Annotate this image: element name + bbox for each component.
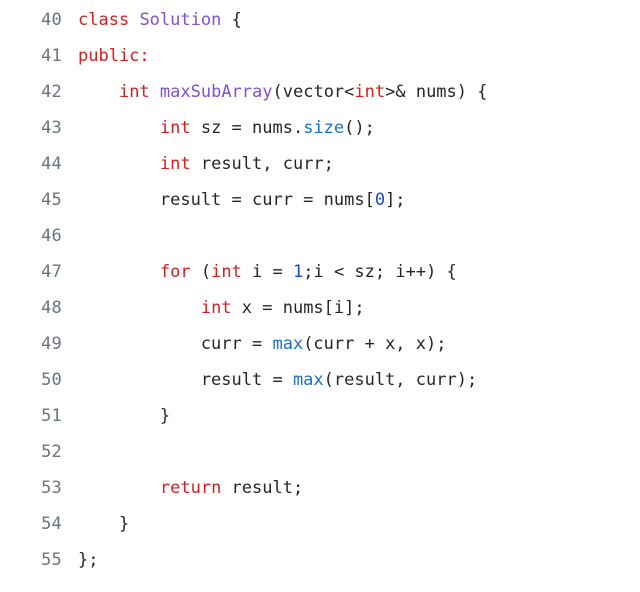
line-number: 42 [41,82,62,102]
code-token-type: maxSubArray [159,82,273,102]
code-line[interactable]: 52 [0,434,640,470]
code-token-function: max [292,370,324,390]
code-token-function: max [272,334,304,354]
code-token-keyword: for [159,262,191,282]
code-token-plain: result = [78,370,293,390]
screenshot-root: 40 class Solution {41 public: 42 int maxSub… [0,0,640,592]
line-content[interactable]: }; [62,542,640,578]
line-number: 46 [41,226,62,246]
line-content[interactable]: int sz = nums.size(); [62,110,640,146]
code-line[interactable]: 55}; [0,542,640,578]
code-line[interactable]: 45 result = curr = nums[0]; [0,182,640,218]
code-token-plain: result, curr; [190,154,334,174]
code-token-plain: { [221,10,242,30]
code-line[interactable]: 48 int x = nums[i]; [0,290,640,326]
code-token-type: Solution [139,10,222,30]
code-token-keyword: class [78,10,130,30]
line-number: 45 [41,190,62,210]
code-token-plain: x = nums[i]; [231,298,365,318]
line-number: 52 [41,442,62,462]
code-line[interactable]: 42 int maxSubArray(vector<int>& nums) { [0,74,640,110]
code-line[interactable]: 47 for (int i = 1;i < sz; i++) { [0,254,640,290]
line-content[interactable]: result = max(result, curr); [62,362,640,398]
code-line[interactable]: 51 } [0,398,640,434]
code-line[interactable]: 43 int sz = nums.size(); [0,110,640,146]
code-line[interactable]: 50 result = max(result, curr); [0,362,640,398]
line-number: 43 [41,118,62,138]
code-token-plain: result = curr = nums[ [78,190,375,210]
line-number: 49 [41,334,62,354]
line-content[interactable]: return result; [62,470,640,506]
line-content[interactable]: curr = max(curr + x, x); [62,326,640,362]
line-number: 51 [41,406,62,426]
line-number: 50 [41,370,62,390]
code-token-plain: i = [241,262,293,282]
code-token-plain: (result, curr); [323,370,478,390]
line-number: 54 [41,514,62,534]
line-content[interactable]: result = curr = nums[0]; [62,182,640,218]
line-number: 47 [41,262,62,282]
line-content[interactable]: int x = nums[i]; [62,290,640,326]
code-line[interactable]: 49 curr = max(curr + x, x); [0,326,640,362]
line-number: 48 [41,298,62,318]
line-number: 41 [41,46,62,66]
code-line[interactable]: 54 } [0,506,640,542]
code-token-keyword: int [200,298,232,318]
line-content[interactable]: for (int i = 1;i < sz; i++) { [62,254,640,290]
code-token-plain: ]; [385,190,406,210]
code-token-plain: curr = [78,334,273,354]
code-token-keyword: int [211,262,242,282]
code-viewer[interactable]: 40 class Solution {41 public: 42 int maxSub… [0,0,640,592]
code-line[interactable]: 44 int result, curr; [0,146,640,182]
code-token-keyword: int [159,154,191,174]
code-token-plain: (vector< [272,82,355,102]
code-token-keyword: return [159,478,222,498]
code-token-plain: sz = nums. [190,118,304,138]
code-token-keyword: int [354,82,386,102]
line-number: 40 [41,10,62,30]
code-token-plain: (curr + x, x); [303,334,447,354]
line-number: 53 [41,478,62,498]
code-token-keyword: int [159,118,191,138]
code-token-function: size [303,118,345,138]
line-number: 55 [41,550,62,570]
line-content[interactable]: int result, curr; [62,146,640,182]
code-token-plain: }; [78,550,99,570]
line-content[interactable]: } [62,506,640,542]
code-token-number: 1 [293,262,304,282]
code-line[interactable]: 46 [0,218,640,254]
code-token-plain: result; [221,478,304,498]
code-token-plain: (); [344,118,375,138]
code-token-plain: } [78,514,130,534]
code-line[interactable]: 41 public: [0,38,640,74]
code-token-plain: ;i < sz; i++) { [303,262,457,282]
line-content[interactable]: int maxSubArray(vector<int>& nums) { [62,74,640,110]
line-content[interactable]: public: [62,38,640,74]
line-number: 44 [41,154,62,174]
code-token-keyword: public: [78,46,150,66]
code-token-plain: >& nums) { [385,82,488,102]
line-content[interactable]: } [62,398,640,434]
code-token-plain: ( [190,262,212,282]
code-token-keyword: int [118,82,150,102]
code-token-plain: } [78,406,171,426]
code-line[interactable]: 53 return result; [0,470,640,506]
code-line[interactable]: 40 class Solution { [0,2,640,38]
code-token-number: 0 [374,190,386,210]
line-content[interactable]: class Solution { [62,2,640,38]
